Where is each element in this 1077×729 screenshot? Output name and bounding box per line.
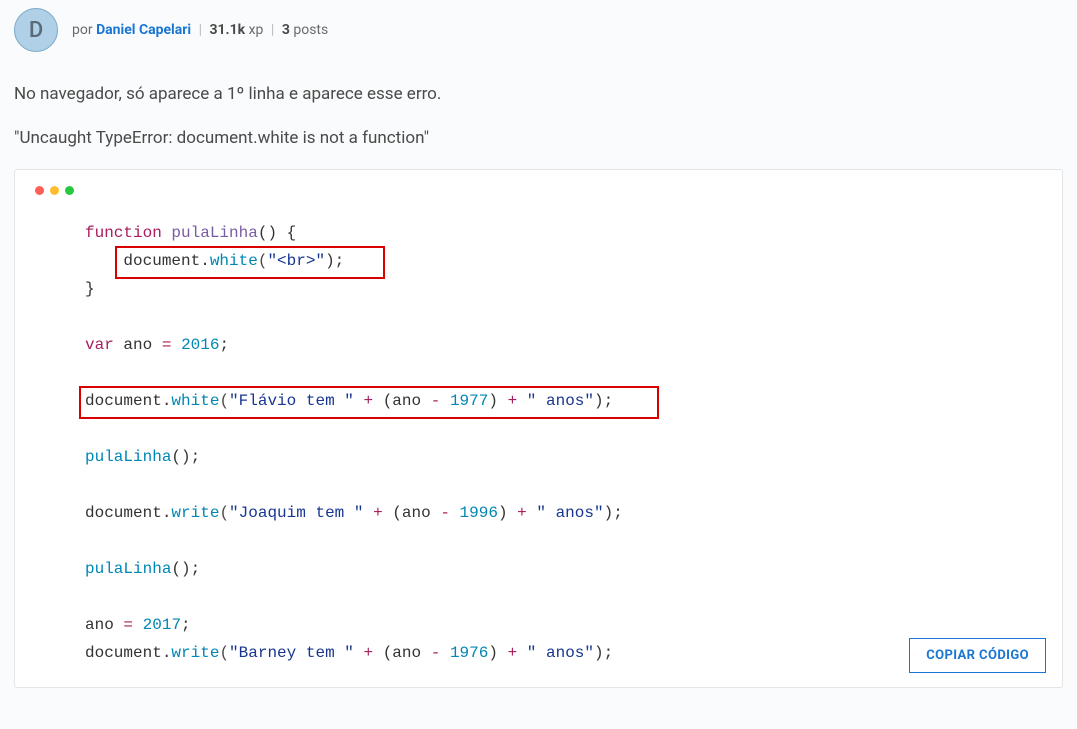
code-content: function pulaLinha() { document.white("<…	[35, 219, 1042, 667]
avatar-initial: D	[29, 18, 43, 43]
dot-maximize-icon	[65, 186, 74, 195]
dot-minimize-icon	[50, 186, 59, 195]
posts-label: posts	[293, 22, 328, 38]
xp-label: xp	[249, 22, 264, 38]
window-dots	[35, 186, 1042, 195]
posts-count: 3	[282, 22, 290, 38]
body-error-quote: "Uncaught TypeError: document.white is n…	[14, 126, 1063, 152]
avatar[interactable]: D	[14, 8, 58, 52]
meta-separator: |	[271, 22, 274, 38]
body-paragraph: No navegador, só aparece a 1º linha e ap…	[14, 82, 1063, 108]
code-block: function pulaLinha() { document.white("<…	[14, 169, 1063, 688]
post-header: D por Daniel Capelari | 31.1k xp | 3 pos…	[14, 8, 1063, 52]
dot-close-icon	[35, 186, 44, 195]
by-label: por	[72, 22, 93, 38]
post-meta: por Daniel Capelari | 31.1k xp | 3 posts	[72, 22, 328, 38]
meta-separator: |	[199, 22, 202, 38]
author-link[interactable]: Daniel Capelari	[96, 22, 191, 38]
post-body: No navegador, só aparece a 1º linha e ap…	[14, 82, 1063, 151]
copy-code-button[interactable]: COPIAR CÓDIGO	[909, 638, 1046, 673]
xp-value: 31.1k	[209, 22, 245, 38]
